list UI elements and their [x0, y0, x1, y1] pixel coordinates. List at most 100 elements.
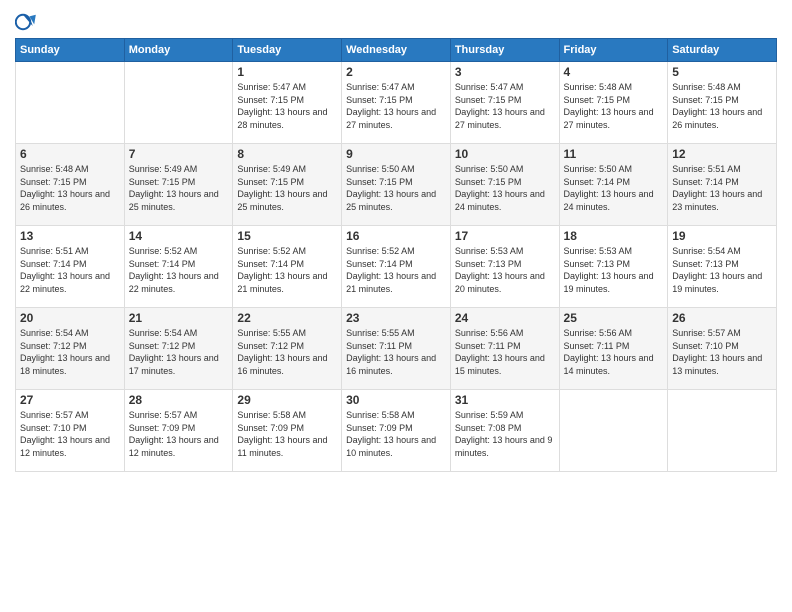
- day-number: 10: [455, 147, 555, 161]
- day-info: Sunrise: 5:53 AM Sunset: 7:13 PM Dayligh…: [455, 245, 555, 295]
- day-info: Sunrise: 5:47 AM Sunset: 7:15 PM Dayligh…: [455, 81, 555, 131]
- day-info: Sunrise: 5:57 AM Sunset: 7:09 PM Dayligh…: [129, 409, 229, 459]
- day-number: 8: [237, 147, 337, 161]
- day-number: 29: [237, 393, 337, 407]
- calendar-cell: 9 Sunrise: 5:50 AM Sunset: 7:15 PM Daylig…: [342, 144, 451, 226]
- day-number: 25: [564, 311, 664, 325]
- calendar-cell: 3 Sunrise: 5:47 AM Sunset: 7:15 PM Daylig…: [450, 62, 559, 144]
- calendar-cell: 6 Sunrise: 5:48 AM Sunset: 7:15 PM Daylig…: [16, 144, 125, 226]
- weekday-header-friday: Friday: [559, 39, 668, 62]
- day-info: Sunrise: 5:57 AM Sunset: 7:10 PM Dayligh…: [672, 327, 772, 377]
- calendar-cell: 22 Sunrise: 5:55 AM Sunset: 7:12 PM Dayli…: [233, 308, 342, 390]
- weekday-header-monday: Monday: [124, 39, 233, 62]
- day-number: 24: [455, 311, 555, 325]
- calendar-cell: 11 Sunrise: 5:50 AM Sunset: 7:14 PM Dayli…: [559, 144, 668, 226]
- day-number: 30: [346, 393, 446, 407]
- day-info: Sunrise: 5:58 AM Sunset: 7:09 PM Dayligh…: [237, 409, 337, 459]
- calendar-cell: [668, 390, 777, 472]
- day-number: 22: [237, 311, 337, 325]
- week-row-3: 13 Sunrise: 5:51 AM Sunset: 7:14 PM Dayli…: [16, 226, 777, 308]
- calendar-cell: 31 Sunrise: 5:59 AM Sunset: 7:08 PM Dayli…: [450, 390, 559, 472]
- weekday-header-saturday: Saturday: [668, 39, 777, 62]
- day-info: Sunrise: 5:54 AM Sunset: 7:12 PM Dayligh…: [129, 327, 229, 377]
- calendar-cell: 12 Sunrise: 5:51 AM Sunset: 7:14 PM Dayli…: [668, 144, 777, 226]
- calendar-cell: 8 Sunrise: 5:49 AM Sunset: 7:15 PM Daylig…: [233, 144, 342, 226]
- day-number: 28: [129, 393, 229, 407]
- calendar-cell: 14 Sunrise: 5:52 AM Sunset: 7:14 PM Dayli…: [124, 226, 233, 308]
- week-row-1: 1 Sunrise: 5:47 AM Sunset: 7:15 PM Daylig…: [16, 62, 777, 144]
- day-number: 2: [346, 65, 446, 79]
- week-row-2: 6 Sunrise: 5:48 AM Sunset: 7:15 PM Daylig…: [16, 144, 777, 226]
- day-info: Sunrise: 5:48 AM Sunset: 7:15 PM Dayligh…: [20, 163, 120, 213]
- day-info: Sunrise: 5:56 AM Sunset: 7:11 PM Dayligh…: [564, 327, 664, 377]
- day-info: Sunrise: 5:49 AM Sunset: 7:15 PM Dayligh…: [129, 163, 229, 213]
- calendar-cell: 13 Sunrise: 5:51 AM Sunset: 7:14 PM Dayli…: [16, 226, 125, 308]
- header: [15, 10, 777, 34]
- day-number: 1: [237, 65, 337, 79]
- calendar-cell: 26 Sunrise: 5:57 AM Sunset: 7:10 PM Dayli…: [668, 308, 777, 390]
- day-info: Sunrise: 5:56 AM Sunset: 7:11 PM Dayligh…: [455, 327, 555, 377]
- day-number: 26: [672, 311, 772, 325]
- day-info: Sunrise: 5:49 AM Sunset: 7:15 PM Dayligh…: [237, 163, 337, 213]
- day-number: 20: [20, 311, 120, 325]
- calendar-cell: 1Sunrise: 5:47 AM Sunset: 7:15 PM Daylig…: [233, 62, 342, 144]
- day-info: Sunrise: 5:55 AM Sunset: 7:12 PM Dayligh…: [237, 327, 337, 377]
- day-info: Sunrise: 5:59 AM Sunset: 7:08 PM Dayligh…: [455, 409, 555, 459]
- calendar: SundayMondayTuesdayWednesdayThursdayFrid…: [15, 38, 777, 472]
- day-number: 21: [129, 311, 229, 325]
- day-number: 31: [455, 393, 555, 407]
- day-info: Sunrise: 5:54 AM Sunset: 7:12 PM Dayligh…: [20, 327, 120, 377]
- day-info: Sunrise: 5:52 AM Sunset: 7:14 PM Dayligh…: [346, 245, 446, 295]
- logo-icon: [15, 10, 39, 34]
- day-info: Sunrise: 5:51 AM Sunset: 7:14 PM Dayligh…: [672, 163, 772, 213]
- calendar-cell: 30 Sunrise: 5:58 AM Sunset: 7:09 PM Dayli…: [342, 390, 451, 472]
- calendar-cell: 28 Sunrise: 5:57 AM Sunset: 7:09 PM Dayli…: [124, 390, 233, 472]
- day-number: 14: [129, 229, 229, 243]
- calendar-cell: [124, 62, 233, 144]
- day-number: 3: [455, 65, 555, 79]
- week-row-5: 27 Sunrise: 5:57 AM Sunset: 7:10 PM Dayli…: [16, 390, 777, 472]
- calendar-cell: 10 Sunrise: 5:50 AM Sunset: 7:15 PM Dayli…: [450, 144, 559, 226]
- calendar-cell: [559, 390, 668, 472]
- day-number: 7: [129, 147, 229, 161]
- day-number: 18: [564, 229, 664, 243]
- day-info: Sunrise: 5:50 AM Sunset: 7:15 PM Dayligh…: [455, 163, 555, 213]
- day-info: Sunrise: 5:48 AM Sunset: 7:15 PM Dayligh…: [672, 81, 772, 131]
- weekday-header-wednesday: Wednesday: [342, 39, 451, 62]
- day-info: Sunrise: 5:57 AM Sunset: 7:10 PM Dayligh…: [20, 409, 120, 459]
- day-number: 9: [346, 147, 446, 161]
- day-number: 12: [672, 147, 772, 161]
- week-row-4: 20 Sunrise: 5:54 AM Sunset: 7:12 PM Dayli…: [16, 308, 777, 390]
- day-number: 11: [564, 147, 664, 161]
- day-number: 5: [672, 65, 772, 79]
- day-info: Sunrise: 5:58 AM Sunset: 7:09 PM Dayligh…: [346, 409, 446, 459]
- calendar-cell: 24 Sunrise: 5:56 AM Sunset: 7:11 PM Dayli…: [450, 308, 559, 390]
- calendar-cell: 29 Sunrise: 5:58 AM Sunset: 7:09 PM Dayli…: [233, 390, 342, 472]
- calendar-cell: 18 Sunrise: 5:53 AM Sunset: 7:13 PM Dayli…: [559, 226, 668, 308]
- day-info: Sunrise: 5:52 AM Sunset: 7:14 PM Dayligh…: [237, 245, 337, 295]
- calendar-cell: 19Sunrise: 5:54 AM Sunset: 7:13 PM Dayli…: [668, 226, 777, 308]
- calendar-cell: 7 Sunrise: 5:49 AM Sunset: 7:15 PM Daylig…: [124, 144, 233, 226]
- calendar-cell: [16, 62, 125, 144]
- day-info: Sunrise: 5:55 AM Sunset: 7:11 PM Dayligh…: [346, 327, 446, 377]
- day-number: 16: [346, 229, 446, 243]
- weekday-header-sunday: Sunday: [16, 39, 125, 62]
- day-info: Sunrise: 5:53 AM Sunset: 7:13 PM Dayligh…: [564, 245, 664, 295]
- day-number: 23: [346, 311, 446, 325]
- day-info: Sunrise: 5:50 AM Sunset: 7:14 PM Dayligh…: [564, 163, 664, 213]
- weekday-header-row: SundayMondayTuesdayWednesdayThursdayFrid…: [16, 39, 777, 62]
- day-info: Sunrise: 5:52 AM Sunset: 7:14 PM Dayligh…: [129, 245, 229, 295]
- day-number: 4: [564, 65, 664, 79]
- day-number: 6: [20, 147, 120, 161]
- calendar-cell: 17 Sunrise: 5:53 AM Sunset: 7:13 PM Dayli…: [450, 226, 559, 308]
- day-number: 13: [20, 229, 120, 243]
- calendar-cell: 16 Sunrise: 5:52 AM Sunset: 7:14 PM Dayli…: [342, 226, 451, 308]
- day-number: 17: [455, 229, 555, 243]
- day-number: 27: [20, 393, 120, 407]
- day-info: Sunrise: 5:54 AM Sunset: 7:13 PM Dayligh…: [672, 245, 772, 295]
- day-info: Sunrise: 5:50 AM Sunset: 7:15 PM Dayligh…: [346, 163, 446, 213]
- day-info: Sunrise: 5:51 AM Sunset: 7:14 PM Dayligh…: [20, 245, 120, 295]
- weekday-header-tuesday: Tuesday: [233, 39, 342, 62]
- logo: [15, 10, 43, 34]
- calendar-cell: 4Sunrise: 5:48 AM Sunset: 7:15 PM Daylig…: [559, 62, 668, 144]
